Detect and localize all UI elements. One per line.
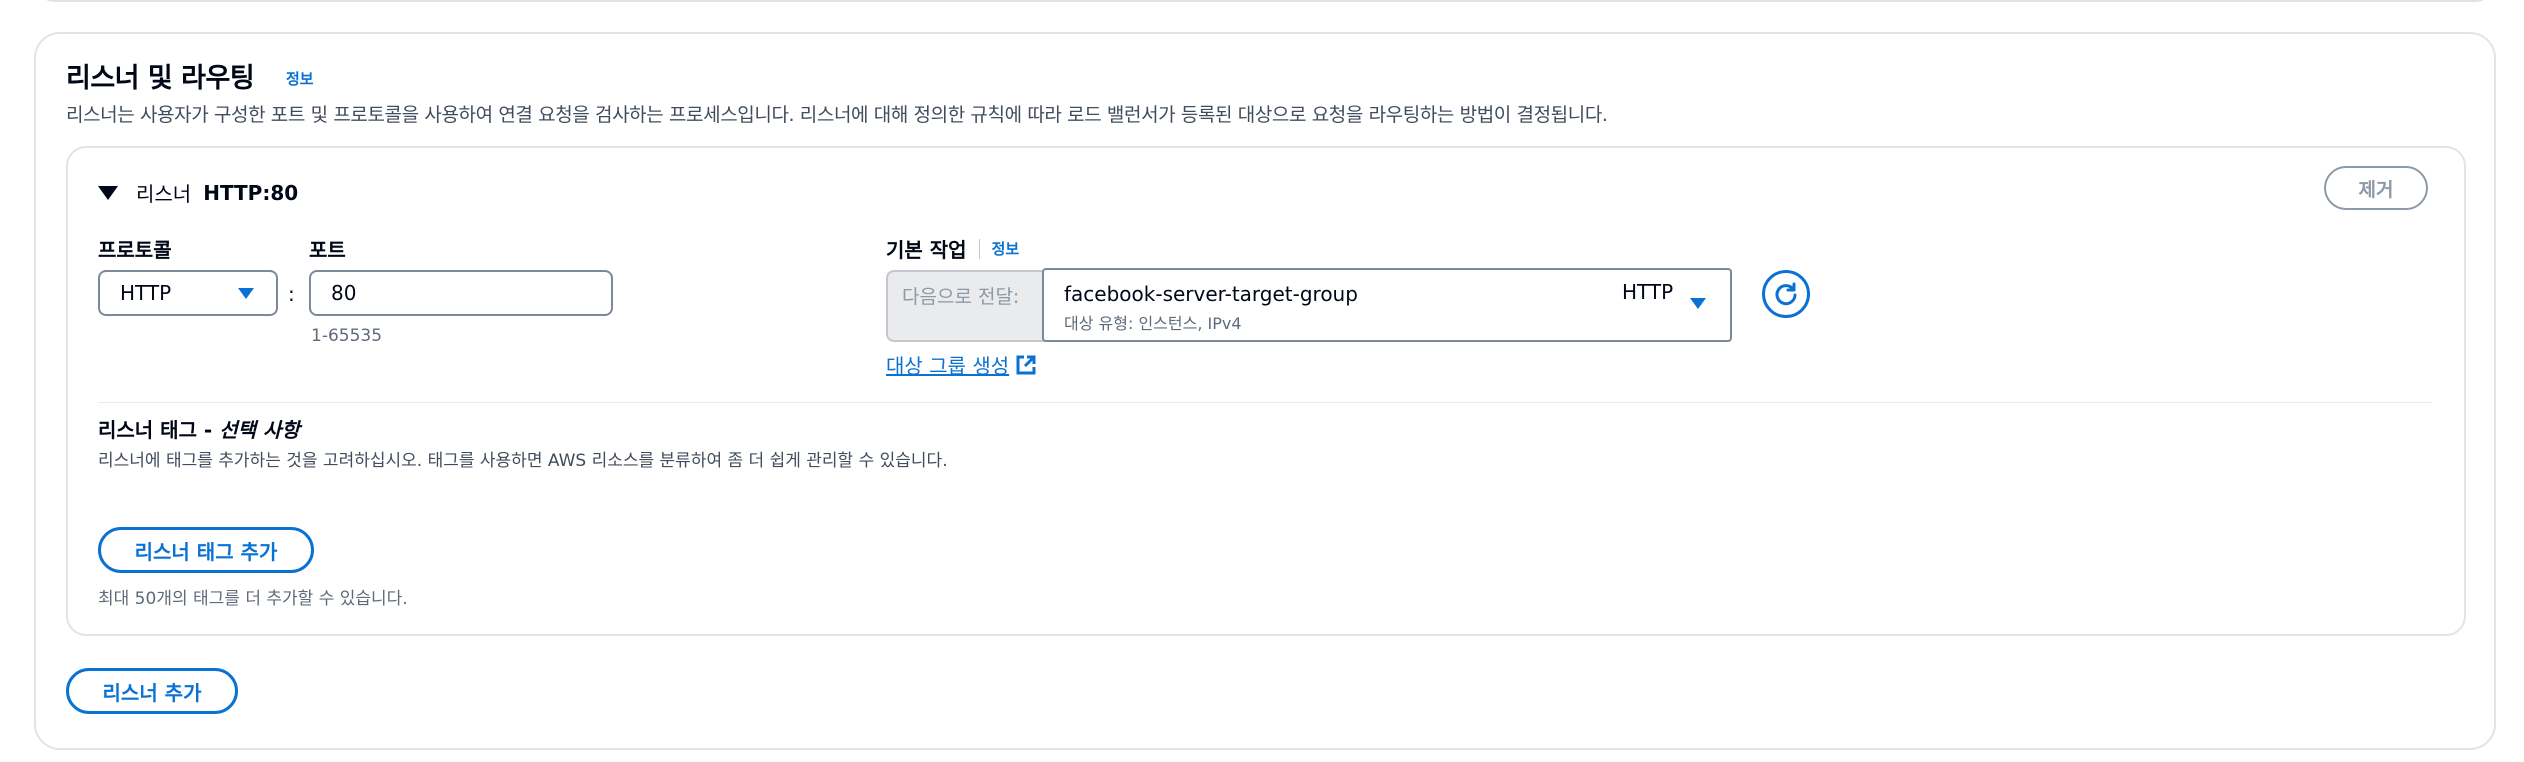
target-group-protocol: HTTP (1622, 280, 1674, 304)
divider (98, 402, 2432, 403)
remove-listener-button[interactable]: 제거 (2324, 166, 2428, 210)
default-action-header: 기본 작업 정보 (886, 234, 1019, 263)
colon-separator: : (288, 282, 295, 306)
protocol-label: 프로토콜 (98, 238, 172, 262)
select-caret-icon (238, 288, 254, 299)
section-info-link[interactable]: 정보 (286, 68, 314, 89)
listener-tags-description: 리스너에 태그를 추가하는 것을 고려하십시오. 태그를 사용하면 AWS 리소… (98, 451, 948, 471)
protocol-select[interactable]: HTTP (98, 270, 278, 316)
target-group-type: 대상 유형: 인스턴스, IPv4 (1064, 314, 1242, 333)
port-hint: 1-65535 (311, 326, 383, 346)
divider (978, 238, 980, 259)
target-group-select[interactable]: facebook-server-target-group 대상 유형: 인스턴스… (1042, 268, 1732, 342)
tag-limit-hint: 최대 50개의 태그를 더 추가할 수 있습니다. (98, 589, 408, 609)
tags-title-main: 리스너 태그 - (98, 418, 220, 442)
section-title: 리스너 및 라우팅 (66, 63, 255, 94)
listener-label: 리스너 (136, 182, 192, 206)
listener-tags-title: 리스너 태그 - 선택 사항 (98, 414, 300, 443)
add-listener-button[interactable]: 리스너 추가 (66, 668, 238, 714)
refresh-icon (1775, 282, 1797, 306)
refresh-button[interactable] (1762, 270, 1810, 318)
section-description: 리스너는 사용자가 구성한 포트 및 프로토콜을 사용하여 연결 요청을 검사하… (66, 104, 1608, 126)
protocol-value: HTTP (120, 281, 172, 305)
port-input[interactable] (309, 270, 613, 316)
listener-value: HTTP:80 (203, 180, 299, 205)
select-caret-icon (1690, 298, 1706, 309)
create-target-group-label: 대상 그룹 생성 (886, 354, 1010, 378)
create-target-group-link[interactable]: 대상 그룹 생성 (886, 350, 1037, 379)
listener-header[interactable]: 리스너 HTTP:80 (98, 178, 298, 207)
caret-down-icon[interactable] (98, 185, 118, 200)
default-action-info-link[interactable]: 정보 (992, 238, 1020, 259)
port-label: 포트 (309, 238, 346, 262)
external-link-icon (1016, 355, 1036, 374)
target-group-name: facebook-server-target-group (1064, 282, 1358, 306)
previous-section-card (34, 0, 2496, 2)
listener-card (66, 146, 2466, 636)
add-listener-tag-button[interactable]: 리스너 태그 추가 (98, 527, 314, 573)
default-action-label: 기본 작업 (886, 238, 967, 262)
tags-title-optional: 선택 사항 (219, 418, 300, 442)
forward-to-label: 다음으로 전달: (886, 270, 1044, 342)
